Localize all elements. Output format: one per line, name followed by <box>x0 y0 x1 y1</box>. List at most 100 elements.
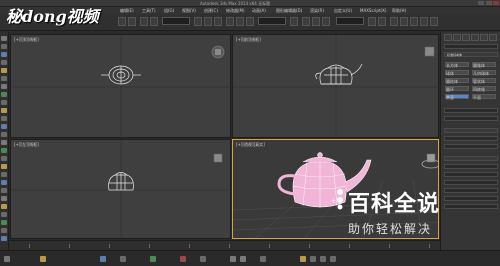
unlink-icon[interactable] <box>150 17 158 26</box>
tool-icon[interactable] <box>1 148 7 153</box>
move-icon[interactable] <box>226 17 234 26</box>
tool-icon[interactable] <box>1 188 7 193</box>
box-button[interactable]: 长方体 <box>445 62 469 68</box>
tool-icon[interactable] <box>1 108 7 113</box>
tool-icon[interactable] <box>1 156 7 161</box>
select-by-name-icon[interactable] <box>204 17 212 26</box>
mirror-icon[interactable] <box>368 17 376 26</box>
viewport-left-canvas <box>11 140 230 238</box>
display-tab[interactable] <box>480 34 488 41</box>
pan-icon[interactable] <box>310 256 316 262</box>
timeline[interactable] <box>9 240 440 250</box>
create-tab[interactable] <box>444 34 452 41</box>
maximize-button[interactable] <box>486 1 492 5</box>
tool-icon[interactable] <box>1 44 7 49</box>
name-color-row[interactable] <box>444 108 498 113</box>
time-config-icon[interactable] <box>260 256 266 262</box>
next-frame-icon[interactable] <box>240 256 246 262</box>
tool-icon[interactable] <box>1 140 7 145</box>
percent-snap-icon[interactable] <box>322 17 330 26</box>
tool-icon[interactable] <box>1 84 7 89</box>
hierarchy-tab[interactable] <box>462 34 470 41</box>
set-key-icon[interactable] <box>200 256 206 262</box>
angle-snap-icon[interactable] <box>312 17 320 26</box>
rollout-header[interactable] <box>444 128 498 133</box>
coordinate-display-icon[interactable] <box>100 256 106 262</box>
selection-lock-icon[interactable] <box>40 256 46 262</box>
align-icon[interactable] <box>378 17 386 26</box>
selection-filter-select[interactable] <box>162 17 190 25</box>
utilities-tab[interactable] <box>489 34 497 41</box>
name-field[interactable] <box>444 116 498 121</box>
parameter-field[interactable] <box>444 136 498 141</box>
pivot-icon[interactable] <box>290 17 298 26</box>
tool-icon[interactable] <box>1 68 7 73</box>
cone-button[interactable]: 圆锥体 <box>472 62 496 68</box>
tool-icon[interactable] <box>1 204 7 209</box>
rollout-header[interactable] <box>444 156 498 161</box>
tool-icon[interactable] <box>1 92 7 97</box>
close-button[interactable] <box>493 1 499 5</box>
curve-editor-icon[interactable] <box>400 17 408 26</box>
parameter-field[interactable] <box>444 144 498 149</box>
parameter-field[interactable] <box>444 172 498 177</box>
tool-icon[interactable] <box>1 172 7 177</box>
tool-icon[interactable] <box>1 52 7 57</box>
tool-icon[interactable] <box>1 36 7 41</box>
tool-icon[interactable] <box>1 132 7 137</box>
select-object-icon[interactable] <box>194 17 202 26</box>
plane-button[interactable]: 平面 <box>472 94 496 100</box>
pyramid-button[interactable]: 四棱锥 <box>472 86 496 92</box>
object-category-row[interactable] <box>444 44 498 49</box>
maxscript-listener-icon[interactable] <box>4 256 10 262</box>
rotate-icon[interactable] <box>236 17 244 26</box>
tool-icon[interactable] <box>1 76 7 81</box>
tool-icon[interactable] <box>1 236 7 241</box>
named-selection-select[interactable] <box>336 17 364 25</box>
auto-key-icon[interactable] <box>180 256 186 262</box>
zoom-icon[interactable] <box>300 256 306 262</box>
viewport-front[interactable]: [+][前][线框] <box>232 34 439 138</box>
tool-icon[interactable] <box>1 180 7 185</box>
scale-icon[interactable] <box>246 17 254 26</box>
geosphere-button[interactable]: 几何球体 <box>472 70 496 76</box>
tool-icon[interactable] <box>1 124 7 129</box>
render-icon[interactable] <box>430 17 438 26</box>
motion-tab[interactable] <box>471 34 479 41</box>
tool-icon[interactable] <box>1 212 7 217</box>
undo-icon[interactable] <box>118 17 126 26</box>
tool-icon[interactable] <box>1 100 7 105</box>
parameter-field[interactable] <box>444 164 498 169</box>
redo-icon[interactable] <box>128 17 136 26</box>
cylinder-button[interactable]: 圆柱体 <box>445 78 469 84</box>
tube-button[interactable]: 管状体 <box>472 78 496 84</box>
orbit-icon[interactable] <box>320 256 326 262</box>
reference-coordinate-select[interactable] <box>258 17 286 25</box>
parameter-field[interactable] <box>444 180 498 185</box>
add-time-tag-icon[interactable] <box>150 256 156 262</box>
link-icon[interactable] <box>140 17 148 26</box>
layer-icon[interactable] <box>390 17 398 26</box>
tool-icon[interactable] <box>1 60 7 65</box>
tool-icon[interactable] <box>1 228 7 233</box>
tool-icon[interactable] <box>1 164 7 169</box>
tool-icon[interactable] <box>1 196 7 201</box>
modify-tab[interactable] <box>453 34 461 41</box>
minimize-button[interactable] <box>478 1 484 5</box>
section-label-text: 标准基本体 <box>447 53 463 57</box>
tool-icon[interactable] <box>1 220 7 225</box>
teapot-button[interactable]: 茶壶 <box>445 94 469 100</box>
material-editor-icon[interactable] <box>410 17 418 26</box>
viewport-top[interactable]: [+][顶][线框] <box>10 34 231 138</box>
viewport-left[interactable]: [+][左][线框] <box>10 139 231 239</box>
rectangular-selection-icon[interactable] <box>214 17 222 26</box>
grid-icon[interactable] <box>120 256 126 262</box>
tool-icon[interactable] <box>1 116 7 121</box>
render-setup-icon[interactable] <box>420 17 428 26</box>
play-icon[interactable] <box>230 256 236 262</box>
sphere-button[interactable]: 球体 <box>445 70 469 76</box>
maximize-viewport-icon[interactable] <box>330 256 336 262</box>
torus-button[interactable]: 圆环 <box>445 86 469 92</box>
snap-icon[interactable] <box>302 17 310 26</box>
menu-maxscript[interactable]: MAXScript(X) <box>360 8 386 13</box>
